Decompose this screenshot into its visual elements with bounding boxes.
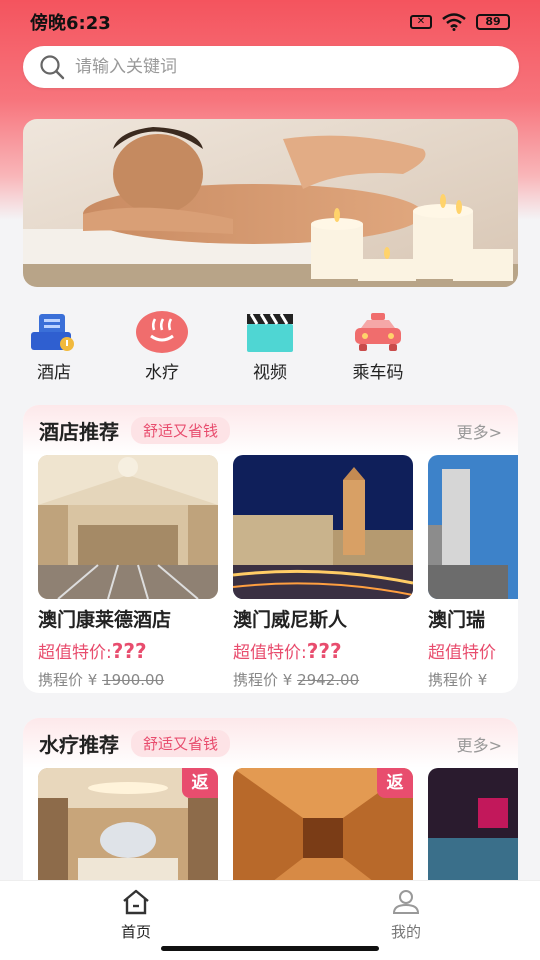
quick-item-label: 水疗: [145, 363, 179, 383]
rebate-badge: 返: [182, 768, 218, 798]
banner-image[interactable]: [23, 119, 518, 287]
home-icon: [123, 889, 149, 915]
hotel-photo: [428, 455, 518, 599]
spa-card[interactable]: [428, 768, 518, 898]
hotel-card[interactable]: 澳门瑞 超值特价 携程价 ¥: [428, 455, 518, 690]
section-tag: 舒适又省钱: [131, 729, 231, 757]
section-header: 水疗推荐 舒适又省钱 更多>: [23, 718, 518, 768]
spa-massage-photo: [23, 119, 518, 287]
status-time: 傍晚6:23: [30, 13, 111, 34]
battery-indicator: 89: [476, 14, 510, 30]
quick-item-label: 酒店: [37, 363, 71, 383]
quick-item-hotel[interactable]: 酒店: [14, 310, 94, 383]
status-icons: ✕ 89: [410, 13, 510, 31]
search-icon: [40, 55, 65, 80]
hotel-card[interactable]: 澳门康莱德酒店 超值特价:??? 携程价 ¥ 1900.00: [38, 455, 218, 690]
hotel-recommend-section: 酒店推荐 舒适又省钱 更多> 澳门康莱德酒店 超值特价:??? 携程价 ¥ 19…: [23, 405, 518, 693]
price-label: 超值特价:: [233, 643, 307, 663]
nav-label: 我的: [390, 923, 421, 941]
hotel-name: 澳门瑞: [428, 609, 486, 631]
clapperboard-icon: [247, 313, 293, 352]
spa-icon: [136, 311, 188, 353]
section-header: 酒店推荐 舒适又省钱 更多>: [23, 405, 518, 455]
quick-item-spa[interactable]: 水疗: [122, 310, 202, 383]
hotel-original-price: 携程价 ¥ 2942.00: [233, 669, 413, 690]
search-bar[interactable]: [23, 46, 519, 88]
orig-price-value: 1900.00: [102, 671, 165, 689]
spa-card-list[interactable]: 返 返: [23, 768, 518, 898]
quick-item-video[interactable]: 视频: [230, 310, 310, 383]
price-label: 超值特价: [428, 643, 496, 663]
hotel-original-price: 携程价 ¥: [428, 669, 518, 690]
section-tag: 舒适又省钱: [131, 416, 231, 444]
orig-price-label: 携程价 ¥: [233, 671, 293, 689]
nav-item-mine[interactable]: 我的: [366, 889, 446, 942]
quick-item-ride-code[interactable]: 乘车码: [338, 310, 418, 383]
spa-recommend-section: 水疗推荐 舒适又省钱 更多> 返 返: [23, 718, 518, 898]
wifi-icon: [442, 13, 466, 31]
spa-photo: [428, 768, 518, 898]
more-link[interactable]: 更多>: [457, 419, 502, 443]
hotel-photo: [233, 455, 413, 599]
hotel-price: 超值特价:???: [233, 638, 413, 663]
car-icon: [355, 313, 401, 351]
user-icon: [392, 890, 420, 914]
price-label: 超值特价:: [38, 643, 112, 663]
orig-price-label: 携程价 ¥: [428, 671, 488, 689]
search-input[interactable]: [75, 57, 475, 77]
rebate-badge: 返: [377, 768, 413, 798]
spa-card[interactable]: 返: [233, 768, 413, 898]
hotel-original-price: 携程价 ¥ 1900.00: [38, 669, 218, 690]
quick-menu: 酒店 水疗 视频 乘车码: [0, 310, 540, 390]
hotel-card-list[interactable]: 澳门康莱德酒店 超值特价:??? 携程价 ¥ 1900.00 澳门威尼斯人 超值…: [23, 455, 518, 693]
hotel-photo: [38, 455, 218, 599]
nav-item-home[interactable]: 首页: [96, 889, 176, 942]
nav-label: 首页: [120, 923, 151, 941]
hotel-card[interactable]: 澳门威尼斯人 超值特价:??? 携程价 ¥ 2942.00: [233, 455, 413, 690]
hotel-price: 超值特价: [428, 638, 518, 663]
quick-item-label: 视频: [253, 363, 287, 383]
section-title: 水疗推荐: [39, 732, 119, 757]
spa-photo: 返: [38, 768, 218, 898]
spa-card[interactable]: 返: [38, 768, 218, 898]
more-link[interactable]: 更多>: [457, 732, 502, 756]
spa-photo: 返: [233, 768, 413, 898]
hotel-price: 超值特价:???: [38, 638, 218, 663]
price-value: ???: [111, 639, 147, 663]
orig-price-value: 2942.00: [297, 671, 360, 689]
home-indicator[interactable]: [161, 946, 379, 951]
orig-price-label: 携程价 ¥: [38, 671, 98, 689]
section-title: 酒店推荐: [39, 419, 119, 444]
hotel-name: 澳门威尼斯人: [233, 609, 348, 631]
hotel-icon: [31, 314, 74, 351]
status-bar: 傍晚6:23 ✕ 89: [0, 0, 540, 44]
hotel-name: 澳门康莱德酒店: [38, 609, 172, 631]
no-sim-icon: ✕: [410, 15, 432, 29]
quick-item-label: 乘车码: [352, 363, 404, 383]
price-value: ???: [306, 639, 342, 663]
